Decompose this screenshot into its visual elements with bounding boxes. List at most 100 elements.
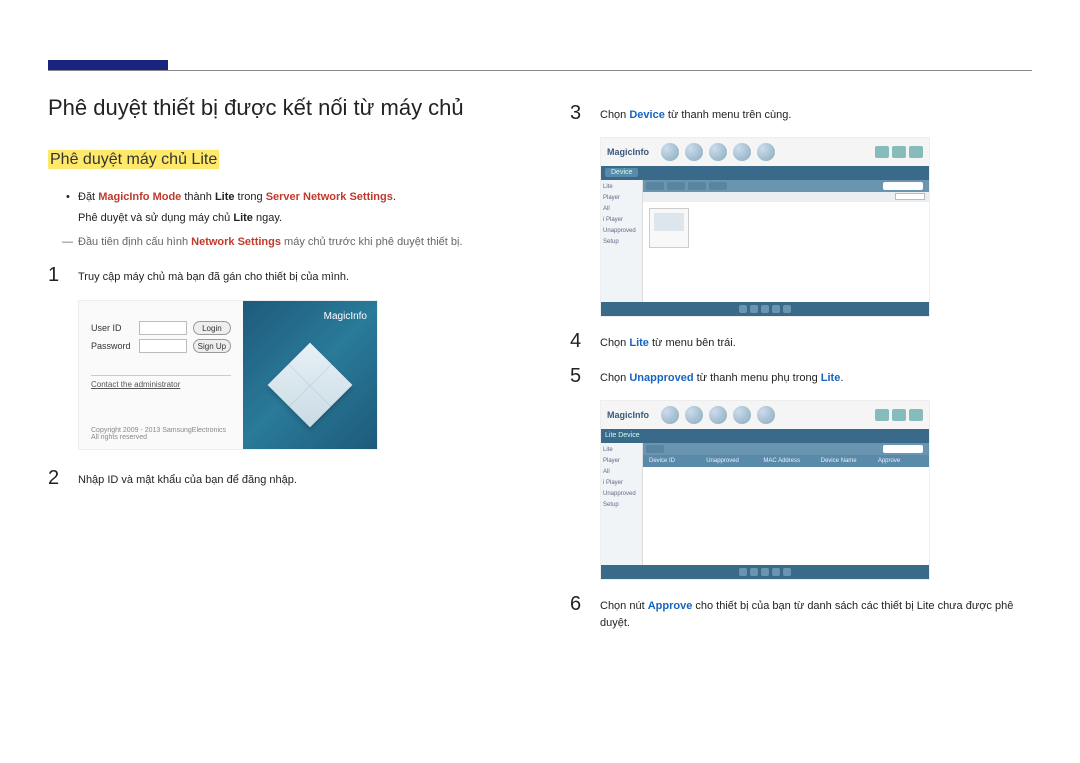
step-number: 1 (48, 265, 60, 285)
sidebar-item[interactable]: Lite (603, 447, 640, 453)
contact-admin-link[interactable]: Contact the administrator (91, 375, 231, 389)
step-text: Chọn nút Approve cho thiết bị của bạn từ… (600, 594, 1032, 633)
filter-select[interactable] (895, 193, 925, 200)
step-2: 2 Nhập ID và mật khẩu của bạn để đăng nh… (48, 468, 510, 490)
footer-btn[interactable] (783, 568, 791, 576)
header-control[interactable] (875, 146, 889, 158)
page-accent-bar (48, 60, 168, 70)
step-4: 4 Chọn Lite từ menu bên trái. (570, 331, 1032, 353)
header-right-controls (875, 409, 923, 421)
header-icon[interactable] (757, 143, 775, 161)
header-icon[interactable] (685, 143, 703, 161)
sidebar-item[interactable]: Setup (603, 239, 640, 245)
toolbar-btn[interactable] (688, 182, 706, 190)
tab-device[interactable]: Device (605, 168, 638, 177)
text: trong (235, 191, 266, 203)
toolbar-search[interactable] (883, 182, 923, 190)
section-subheading: Phê duyệt máy chủ Lite (48, 150, 219, 169)
step-number: 3 (570, 103, 582, 123)
diamond-icon (268, 343, 353, 428)
tab-item[interactable]: Lite Device (605, 432, 640, 439)
step-number: 2 (48, 468, 60, 488)
sidebar-item[interactable]: i Player (603, 217, 640, 223)
footer-btn[interactable] (750, 305, 758, 313)
text: ngay. (253, 212, 282, 224)
header-icon[interactable] (733, 406, 751, 424)
footer-btn[interactable] (761, 568, 769, 576)
header-control[interactable] (909, 146, 923, 158)
footer-btn[interactable] (772, 305, 780, 313)
text: Chọn (600, 372, 629, 384)
user-id-input[interactable] (139, 321, 187, 335)
text: Chọn (600, 109, 629, 121)
login-button[interactable]: Login (193, 321, 231, 335)
step-text: Chọn Unapproved từ thanh menu phụ trong … (600, 366, 843, 388)
table-header: Device ID Unapproved MAC Address Device … (643, 455, 929, 467)
header-icon[interactable] (733, 143, 751, 161)
toolbar-btn[interactable] (646, 445, 664, 453)
th-device-name: Device Name (815, 458, 872, 464)
intro-bullet: Đặt MagicInfo Mode thành Lite trong Serv… (48, 189, 510, 206)
device-card[interactable] (649, 208, 689, 248)
app-toolbar (643, 443, 929, 455)
text: máy chủ trước khi phê duyệt thiết bị. (281, 236, 463, 248)
login-panel: User ID Login Password Sign Up Contact t… (79, 301, 243, 449)
sidebar-item[interactable]: All (603, 469, 640, 475)
text: từ thanh menu trên cùng. (665, 109, 792, 121)
header-control[interactable] (892, 146, 906, 158)
sidebar-item[interactable]: Lite (603, 184, 640, 190)
text: Đầu tiên định cấu hình (78, 236, 191, 248)
user-id-row: User ID Login (91, 321, 231, 335)
footer-btn[interactable] (739, 305, 747, 313)
step-3: 3 Chọn Device từ thanh menu trên cùng. (570, 103, 1032, 125)
toolbar-btn[interactable] (646, 182, 664, 190)
footer-btn[interactable] (750, 568, 758, 576)
header-icon-group (661, 143, 775, 161)
app-tabs: Lite Device (601, 429, 929, 443)
sidebar-item[interactable]: Player (603, 458, 640, 464)
th-unapproved: Unapproved (700, 458, 757, 464)
text: Chọn nút (600, 600, 648, 612)
footer-btn[interactable] (783, 305, 791, 313)
app-header: MagicInfo (601, 401, 929, 429)
footer-btn[interactable] (772, 568, 780, 576)
sidebar-item[interactable]: Unapproved (603, 228, 640, 234)
sidebar-item[interactable]: Setup (603, 502, 640, 508)
app-header: MagicInfo (601, 138, 929, 166)
header-control[interactable] (909, 409, 923, 421)
network-settings-label: Network Settings (191, 236, 281, 248)
header-icon[interactable] (709, 143, 727, 161)
footer-btn[interactable] (761, 305, 769, 313)
header-icon[interactable] (757, 406, 775, 424)
toolbar-btn[interactable] (667, 182, 685, 190)
page-title: Phê duyệt thiết bị được kết nối từ máy c… (48, 95, 510, 121)
app-footer (601, 565, 929, 579)
password-row: Password Sign Up (91, 339, 231, 353)
toolbar-btn[interactable] (709, 182, 727, 190)
header-control[interactable] (875, 409, 889, 421)
sidebar-item[interactable]: i Player (603, 480, 640, 486)
header-right-controls (875, 146, 923, 158)
magicinfo-brand: MagicInfo (324, 311, 367, 322)
toolbar-search[interactable] (883, 445, 923, 453)
app-screenshot-device: MagicInfo Device (600, 137, 930, 317)
sidebar-item[interactable]: Unapproved (603, 491, 640, 497)
sidebar-item[interactable]: All (603, 206, 640, 212)
header-icon[interactable] (661, 406, 679, 424)
app-sidebar: Lite Player All i Player Unapproved Setu… (601, 180, 643, 302)
header-icon[interactable] (661, 143, 679, 161)
header-icon[interactable] (709, 406, 727, 424)
footer-btn[interactable] (739, 568, 747, 576)
login-screenshot: User ID Login Password Sign Up Contact t… (78, 300, 378, 450)
step-number: 5 (570, 366, 582, 386)
sidebar-item[interactable]: Player (603, 195, 640, 201)
header-icon[interactable] (685, 406, 703, 424)
lite-label: Lite (821, 372, 841, 384)
password-input[interactable] (139, 339, 187, 353)
signup-button[interactable]: Sign Up (193, 339, 231, 353)
text: Phê duyệt và sử dụng máy chủ (78, 212, 233, 224)
password-label: Password (91, 341, 133, 351)
th-approve: Approve (872, 458, 929, 464)
step-number: 6 (570, 594, 582, 614)
header-control[interactable] (892, 409, 906, 421)
